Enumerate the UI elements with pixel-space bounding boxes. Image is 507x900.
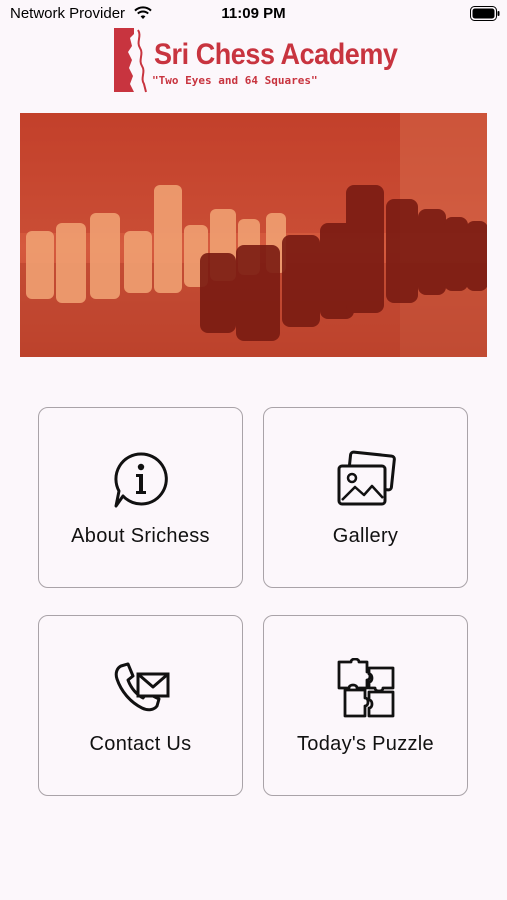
puzzle-icon: [337, 658, 395, 718]
contact-us-label: Contact Us: [89, 733, 192, 755]
about-srichess-label: About Srichess: [71, 525, 210, 547]
todays-puzzle-label: Today's Puzzle: [297, 733, 434, 755]
about-srichess-card[interactable]: About Srichess: [38, 407, 243, 588]
logo-tagline: "Two Eyes and 64 Squares": [152, 74, 318, 87]
todays-puzzle-card[interactable]: Today's Puzzle: [263, 615, 468, 796]
contact-us-card[interactable]: Contact Us: [38, 615, 243, 796]
academy-logo: Sri Chess Academy "Two Eyes and 64 Squar…: [112, 24, 402, 96]
logo-title: Sri Chess Academy: [154, 38, 398, 71]
info-icon: [114, 452, 168, 508]
logo-mark-icon: [114, 28, 147, 93]
battery-icon: [470, 6, 500, 21]
gallery-icon: [337, 450, 396, 506]
clock: 11:09 PM: [221, 5, 286, 22]
gallery-label: Gallery: [332, 525, 399, 547]
gallery-card[interactable]: Gallery: [263, 407, 468, 588]
hero-banner-image: [20, 113, 487, 357]
chess-pieces-image: [20, 113, 487, 357]
contact-icon: [114, 662, 170, 712]
